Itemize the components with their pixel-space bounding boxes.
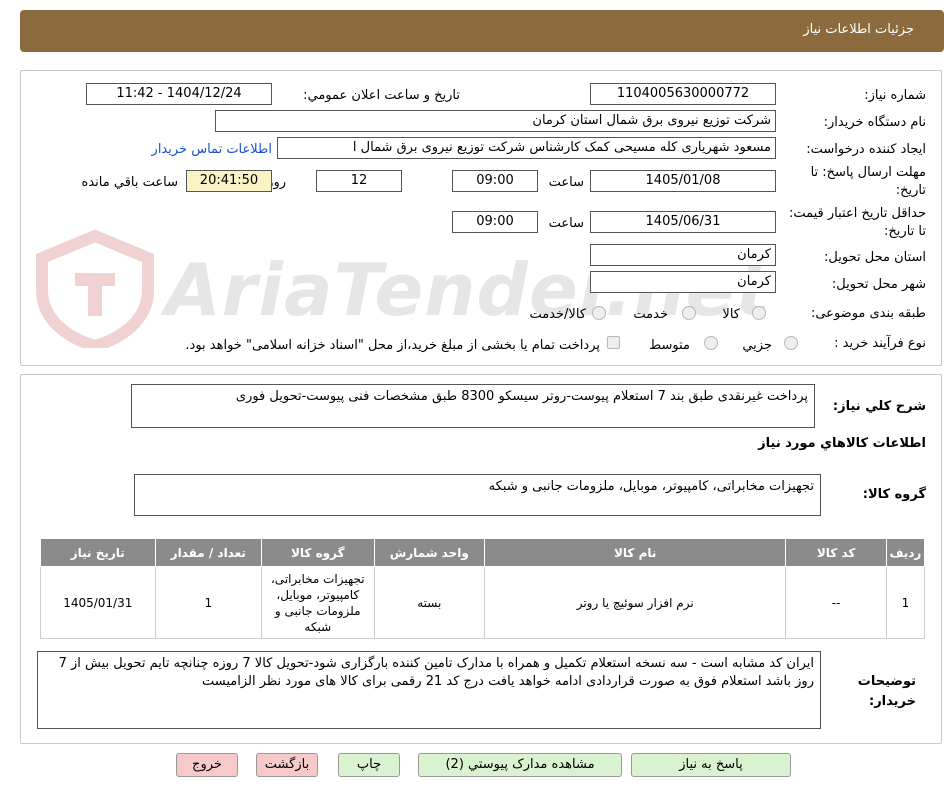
remaining-time-field: 20:41:50 <box>186 170 272 192</box>
cell-group: تجهیزات مخابراتی، کامپیوتر، موبایل، ملزو… <box>261 566 375 639</box>
cell-code: -- <box>785 566 887 639</box>
col-name: نام کالا <box>484 538 787 567</box>
process-label: نوع فرآیند خرید : <box>834 336 926 351</box>
category-service-radio[interactable] <box>682 306 696 320</box>
announce-label: تاریخ و ساعت اعلان عمومي: <box>303 88 460 103</box>
category-both-label: کالا/خدمت <box>529 307 586 322</box>
back-button[interactable]: بازگشت <box>256 753 318 777</box>
cell-qty: 1 <box>154 566 263 639</box>
city-label: شهر محل تحویل: <box>831 277 926 292</box>
category-goods-label: کالا <box>722 307 740 322</box>
buyer-notes-textarea[interactable]: ایران کد مشابه است - سه نسخه استعلام تکم… <box>37 651 821 729</box>
col-group: گروه کالا <box>261 538 375 567</box>
items-table: رديف کد کالا نام کالا واحد شمارش گروه کا… <box>40 538 926 639</box>
requester-label: ایجاد کننده درخواست: <box>806 142 926 157</box>
category-label: طبقه بندی موضوعی: <box>810 306 926 321</box>
category-both-radio[interactable] <box>592 306 606 320</box>
deadline-label: مهلت ارسال پاسخ: تا تاریخ: <box>810 165 926 198</box>
process-minor-label: جزیي <box>742 338 772 353</box>
items-table-header: رديف کد کالا نام کالا واحد شمارش گروه کا… <box>40 538 926 567</box>
reply-button[interactable]: پاسخ به نیاز <box>631 753 791 777</box>
buyer-org-label: نام دستگاه خریدار: <box>823 115 926 130</box>
need-number-field[interactable]: 1104005630000772 <box>590 83 776 105</box>
category-service-label: خدمت <box>633 307 668 322</box>
remaining-label: ساعت باقي مانده <box>81 175 178 190</box>
col-row: رديف <box>885 538 926 567</box>
cell-unit: بسته <box>373 566 486 639</box>
cell-name: نرم افزار سوئیچ یا روتر <box>484 566 787 639</box>
process-minor-radio[interactable] <box>784 336 798 350</box>
cell-row: 1 <box>885 566 926 639</box>
category-goods-radio[interactable] <box>752 306 766 320</box>
exit-button[interactable]: خروج <box>176 753 238 777</box>
validity-time-field[interactable]: 09:00 <box>452 211 538 233</box>
col-unit: واحد شمارش <box>373 538 486 567</box>
treasury-payment-note: پرداخت تمام یا بخشی از مبلغ خرید،از محل … <box>185 338 600 353</box>
buyer-notes-label: توضیحات خریدار: <box>857 674 916 709</box>
col-code: کد کالا <box>785 538 887 567</box>
goods-group-textarea[interactable]: تجهیزات مخابراتی، کامپیوتر، موبایل، ملزو… <box>134 474 821 516</box>
requester-field[interactable]: مسعود شهریاری کله مسیحی کمک کارشناس شرکت… <box>277 137 776 159</box>
cell-date: 1405/01/31 <box>40 566 156 639</box>
col-qty: تعداد / مقدار <box>154 538 263 567</box>
goods-section-title: اطلاعات کالاهاي مورد نیاز <box>758 436 926 451</box>
deadline-date-field[interactable]: 1405/01/08 <box>590 170 776 192</box>
goods-group-label: گروه کالا: <box>862 487 926 502</box>
summary-textarea[interactable]: پرداخت غیرنقدی طبق بند 7 استعلام پیوست-ر… <box>131 384 815 428</box>
deadline-time-field[interactable]: 09:00 <box>452 170 538 192</box>
province-field[interactable]: كرمان <box>590 244 776 266</box>
process-medium-radio[interactable] <box>704 336 718 350</box>
validity-time-label: ساعت <box>548 216 584 231</box>
announce-field[interactable]: 1404/12/24 - 11:42 <box>86 83 272 105</box>
province-label: استان محل تحویل: <box>824 250 926 265</box>
col-date: تاریخ نیاز <box>40 538 156 567</box>
need-number-label: شماره نیاز: <box>864 88 926 103</box>
city-field[interactable]: كرمان <box>590 271 776 293</box>
days-field[interactable]: 12 <box>316 170 402 192</box>
deadline-time-label: ساعت <box>548 175 584 190</box>
validity-label: حداقل تاريخ اعتبار قیمت: تا تاریخ: <box>788 206 926 239</box>
buyer-org-field[interactable]: شرکت توزیع نیروی برق شمال استان کرمان <box>215 110 776 132</box>
contact-buyer-link[interactable]: اطلاعات تماس خریدار <box>152 142 272 157</box>
table-row[interactable]: 1 -- نرم افزار سوئیچ یا روتر بسته تجهیزا… <box>40 566 926 639</box>
process-medium-label: متوسط <box>649 338 690 353</box>
print-button[interactable]: چاپ <box>338 753 400 777</box>
summary-label: شرح کلي نیاز: <box>832 399 926 414</box>
view-attachments-button[interactable]: مشاهده مدارک پیوستي (2) <box>418 753 622 777</box>
page-title: جزئیات اطلاعات نیاز <box>803 22 914 37</box>
treasury-payment-checkbox[interactable] <box>607 336 620 349</box>
validity-date-field[interactable]: 1405/06/31 <box>590 211 776 233</box>
